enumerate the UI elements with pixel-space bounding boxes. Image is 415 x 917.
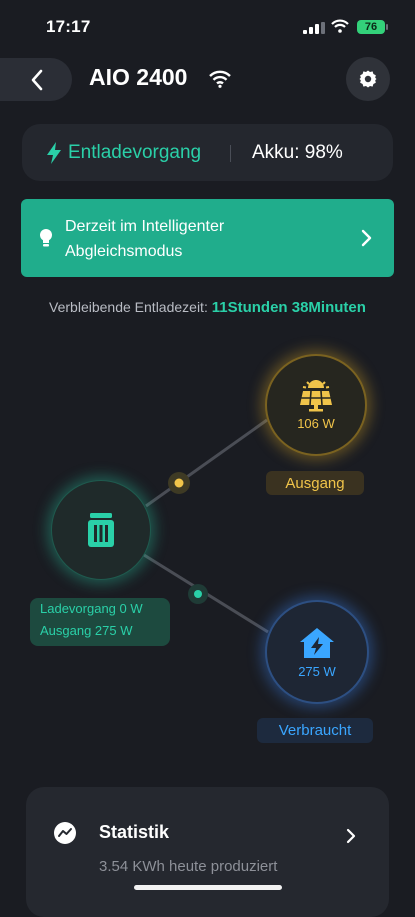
cellular-signal-icon — [303, 22, 325, 34]
statistics-subtitle: 3.54 KWh heute produziert — [99, 858, 278, 875]
battery-charging-value: Ladevorgang 0 W — [40, 601, 143, 616]
home-node[interactable]: 275 W — [265, 600, 369, 704]
mode-line-2: Abgleichsmodus — [65, 243, 183, 260]
remaining-time: Verbleibende Entladezeit: 11Stunden 38Mi… — [0, 299, 415, 316]
home-power-value: 275 W — [298, 663, 336, 679]
battery-icon — [88, 513, 114, 547]
solar-panel-icon — [300, 379, 332, 411]
wifi-status-icon — [331, 19, 349, 33]
battery-node[interactable] — [51, 480, 151, 580]
statistics-card[interactable] — [26, 787, 389, 917]
house-icon — [300, 627, 334, 658]
back-button[interactable] — [0, 58, 72, 101]
battery-indicator: 76 — [357, 20, 385, 34]
chevron-right-icon — [361, 229, 372, 247]
statistics-title: Statistik — [99, 822, 170, 842]
status-time: 17:17 — [46, 17, 91, 36]
chevron-left-icon — [31, 69, 43, 90]
home-indicator[interactable] — [134, 885, 282, 890]
battery-flow-info: Ladevorgang 0 W Ausgang 275 W — [30, 598, 170, 646]
remaining-time-label: Verbleibende Entladezeit: — [49, 299, 212, 315]
mode-line-1: Derzeit im Intelligenter — [65, 218, 225, 235]
lightbulb-icon — [40, 229, 52, 247]
lightning-bolt-icon — [47, 142, 61, 164]
trend-chart-icon — [54, 822, 76, 844]
solar-output-label: Ausgang — [266, 471, 364, 495]
status-divider — [230, 145, 231, 162]
mode-text: Derzeit im Intelligenter Abgleichsmodus — [65, 214, 325, 264]
battery-output-value: Ausgang 275 W — [40, 623, 133, 638]
discharge-state-label: Entladevorgang — [68, 142, 202, 163]
battery-cap — [386, 24, 388, 30]
gear-icon — [359, 70, 377, 88]
page-title: AIO 2400 — [89, 64, 188, 90]
wifi-connected-icon — [209, 70, 231, 88]
battery-level-label: Akku: 98% — [252, 142, 343, 163]
home-consumed-label: Verbraucht — [257, 718, 373, 743]
solar-node[interactable]: 106 W — [265, 354, 367, 456]
settings-button[interactable] — [346, 57, 390, 101]
chevron-right-icon — [346, 828, 356, 844]
solar-power-value: 106 W — [297, 415, 335, 431]
remaining-time-value: 11Stunden 38Minuten — [211, 299, 366, 316]
